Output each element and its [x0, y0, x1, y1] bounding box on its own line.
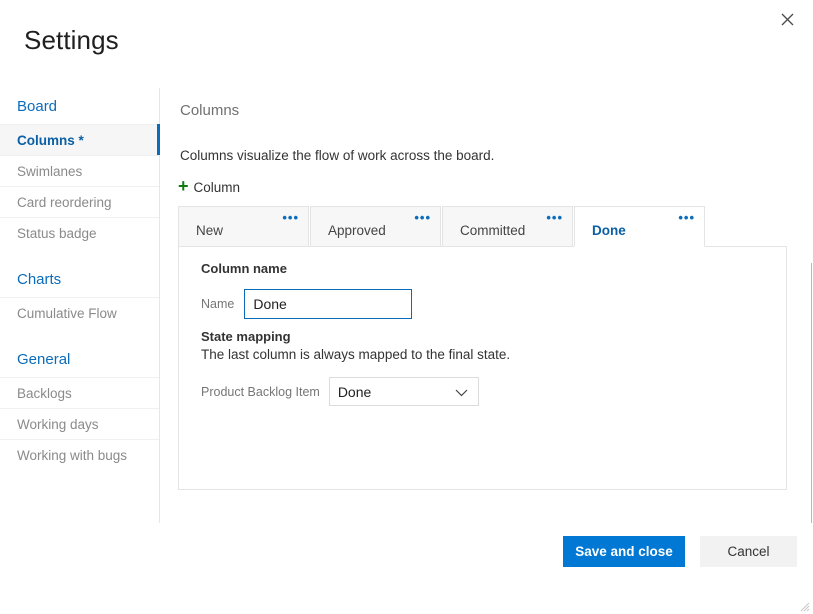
save-and-close-button[interactable]: Save and close [563, 536, 685, 567]
content-section-label: Columns [180, 102, 239, 119]
nav-group-header-board: Board [0, 88, 159, 124]
tab-label: New [179, 223, 223, 246]
nav-spacer [0, 328, 159, 341]
dialog-header: Settings [0, 0, 813, 78]
sidebar-item-label: Working with bugs [17, 448, 127, 463]
plus-icon: + [178, 177, 189, 195]
nav-group-header-charts: Charts [0, 261, 159, 297]
nav-spacer [0, 248, 159, 261]
close-icon[interactable] [773, 6, 801, 32]
add-column-button[interactable]: + Column [178, 178, 240, 196]
sidebar-item-label: Card reordering [17, 195, 112, 210]
sidebar-item-label: Columns * [17, 133, 84, 148]
column-tab-strip: New ••• Approved ••• Committed ••• Done … [178, 206, 786, 247]
nav-group-general: General Backlogs Working days Working wi… [0, 341, 159, 470]
sidebar-item-cumulative-flow[interactable]: Cumulative Flow [0, 297, 159, 328]
state-mapping-note: The last column is always mapped to the … [201, 347, 510, 362]
product-backlog-item-state-select[interactable]: Done [329, 377, 479, 406]
ellipsis-icon[interactable]: ••• [282, 211, 299, 224]
column-settings-panel: Column name Name State mapping The last … [178, 246, 787, 490]
page-title: Settings [24, 25, 119, 56]
sidebar-item-label: Backlogs [17, 386, 72, 401]
settings-sidebar: Board Columns * Swimlanes Card reorderin… [0, 88, 160, 523]
state-mapping-heading: State mapping [201, 329, 291, 344]
name-field-row: Name [201, 289, 412, 319]
state-field-label: Product Backlog Item [201, 385, 320, 399]
ellipsis-icon[interactable]: ••• [414, 211, 431, 224]
resize-grip-icon[interactable] [798, 599, 810, 611]
tab-label: Committed [443, 223, 525, 246]
name-field-label: Name [201, 297, 234, 311]
tab-committed[interactable]: Committed ••• [442, 206, 573, 247]
nav-group-board: Board Columns * Swimlanes Card reorderin… [0, 88, 159, 248]
settings-content: Columns Columns visualize the flow of wo… [161, 88, 813, 523]
nav-group-charts: Charts Cumulative Flow [0, 261, 159, 328]
settings-dialog: Settings Board Columns * Swimlanes Card … [0, 0, 813, 614]
sidebar-item-swimlanes[interactable]: Swimlanes [0, 155, 159, 186]
sidebar-item-label: Working days [17, 417, 99, 432]
cancel-button[interactable]: Cancel [700, 536, 797, 567]
ellipsis-icon[interactable]: ••• [678, 211, 695, 224]
tab-done[interactable]: Done ••• [574, 206, 705, 247]
tab-new[interactable]: New ••• [178, 206, 309, 247]
sidebar-item-backlogs[interactable]: Backlogs [0, 377, 159, 408]
state-field-row: Product Backlog Item Done [201, 377, 479, 406]
tab-label: Done [575, 223, 626, 246]
add-column-label: Column [194, 180, 241, 195]
state-select-value: Done [338, 384, 371, 400]
nav-group-header-general: General [0, 341, 159, 377]
sidebar-item-card-reordering[interactable]: Card reordering [0, 186, 159, 217]
ellipsis-icon[interactable]: ••• [546, 211, 563, 224]
name-input[interactable] [244, 289, 412, 319]
sidebar-item-columns[interactable]: Columns * [0, 124, 159, 155]
sidebar-item-label: Status badge [17, 226, 97, 241]
sidebar-item-label: Cumulative Flow [17, 306, 117, 321]
content-description: Columns visualize the flow of work acros… [180, 148, 494, 163]
tab-approved[interactable]: Approved ••• [310, 206, 441, 247]
dialog-footer: Save and close Cancel [0, 523, 813, 614]
sidebar-item-working-days[interactable]: Working days [0, 408, 159, 439]
chevron-down-icon [455, 384, 468, 400]
sidebar-item-working-with-bugs[interactable]: Working with bugs [0, 439, 159, 470]
column-name-heading: Column name [201, 261, 287, 276]
tab-label: Approved [311, 223, 386, 246]
sidebar-item-status-badge[interactable]: Status badge [0, 217, 159, 248]
sidebar-item-label: Swimlanes [17, 164, 82, 179]
